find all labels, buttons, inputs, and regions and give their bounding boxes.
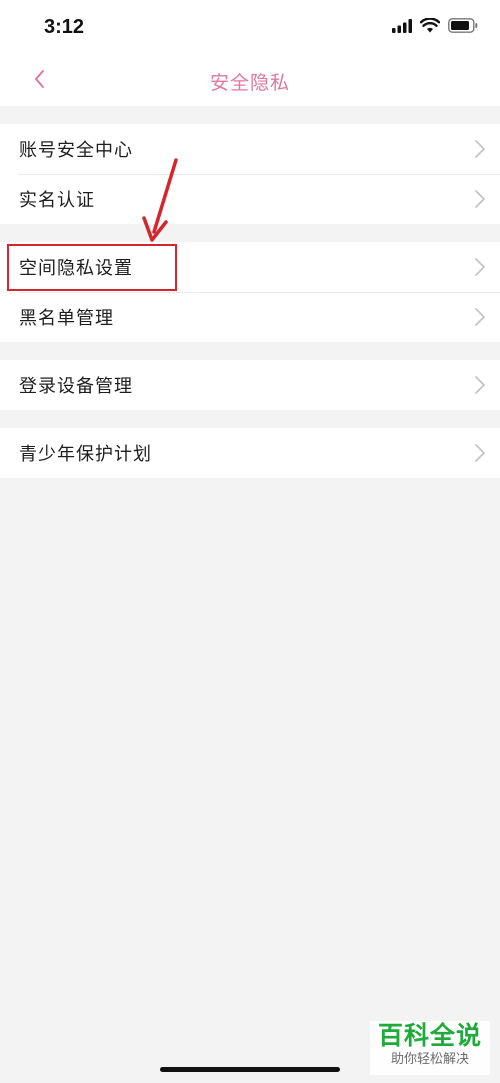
cellular-signal-icon bbox=[392, 18, 412, 37]
wifi-icon bbox=[419, 17, 441, 37]
chevron-right-icon bbox=[474, 443, 486, 463]
settings-group-devices: 登录设备管理 bbox=[0, 360, 500, 410]
chevron-right-icon bbox=[474, 189, 486, 209]
menu-item-label: 空间隐私设置 bbox=[19, 258, 133, 279]
status-time: 3:12 bbox=[44, 16, 85, 38]
chevron-right-icon bbox=[474, 257, 486, 277]
menu-item-blacklist-management[interactable]: 黑名单管理 bbox=[0, 292, 500, 342]
menu-item-space-privacy-settings[interactable]: 空间隐私设置 bbox=[0, 242, 500, 292]
menu-item-label: 黑名单管理 bbox=[19, 308, 114, 329]
watermark-logo: 百科全说 助你轻松解决 bbox=[370, 1021, 490, 1075]
menu-item-real-name-verification[interactable]: 实名认证 bbox=[0, 174, 500, 224]
settings-group-account: 账号安全中心 实名认证 bbox=[0, 124, 500, 224]
nav-bar: 安全隐私 bbox=[0, 56, 500, 106]
menu-item-account-security-center[interactable]: 账号安全中心 bbox=[0, 124, 500, 174]
status-bar: 3:12 bbox=[0, 0, 500, 56]
menu-item-label: 青少年保护计划 bbox=[19, 444, 152, 465]
chevron-right-icon bbox=[474, 307, 486, 327]
menu-item-label: 实名认证 bbox=[19, 190, 95, 211]
chevron-right-icon bbox=[474, 375, 486, 395]
status-icons bbox=[392, 17, 478, 37]
watermark-main-text: 百科全说 bbox=[377, 1021, 482, 1050]
page-title: 安全隐私 bbox=[209, 72, 290, 94]
settings-group-youth: 青少年保护计划 bbox=[0, 428, 500, 478]
chevron-right-icon bbox=[474, 139, 486, 159]
battery-icon bbox=[448, 18, 478, 37]
settings-group-privacy: 空间隐私设置 黑名单管理 bbox=[0, 242, 500, 342]
home-indicator bbox=[160, 1067, 340, 1072]
menu-item-login-device-management[interactable]: 登录设备管理 bbox=[0, 360, 500, 410]
menu-item-label: 登录设备管理 bbox=[19, 376, 133, 397]
menu-item-youth-protection-plan[interactable]: 青少年保护计划 bbox=[0, 428, 500, 478]
watermark-sub-text: 助你轻松解决 bbox=[390, 1052, 469, 1067]
menu-item-label: 账号安全中心 bbox=[19, 140, 133, 161]
